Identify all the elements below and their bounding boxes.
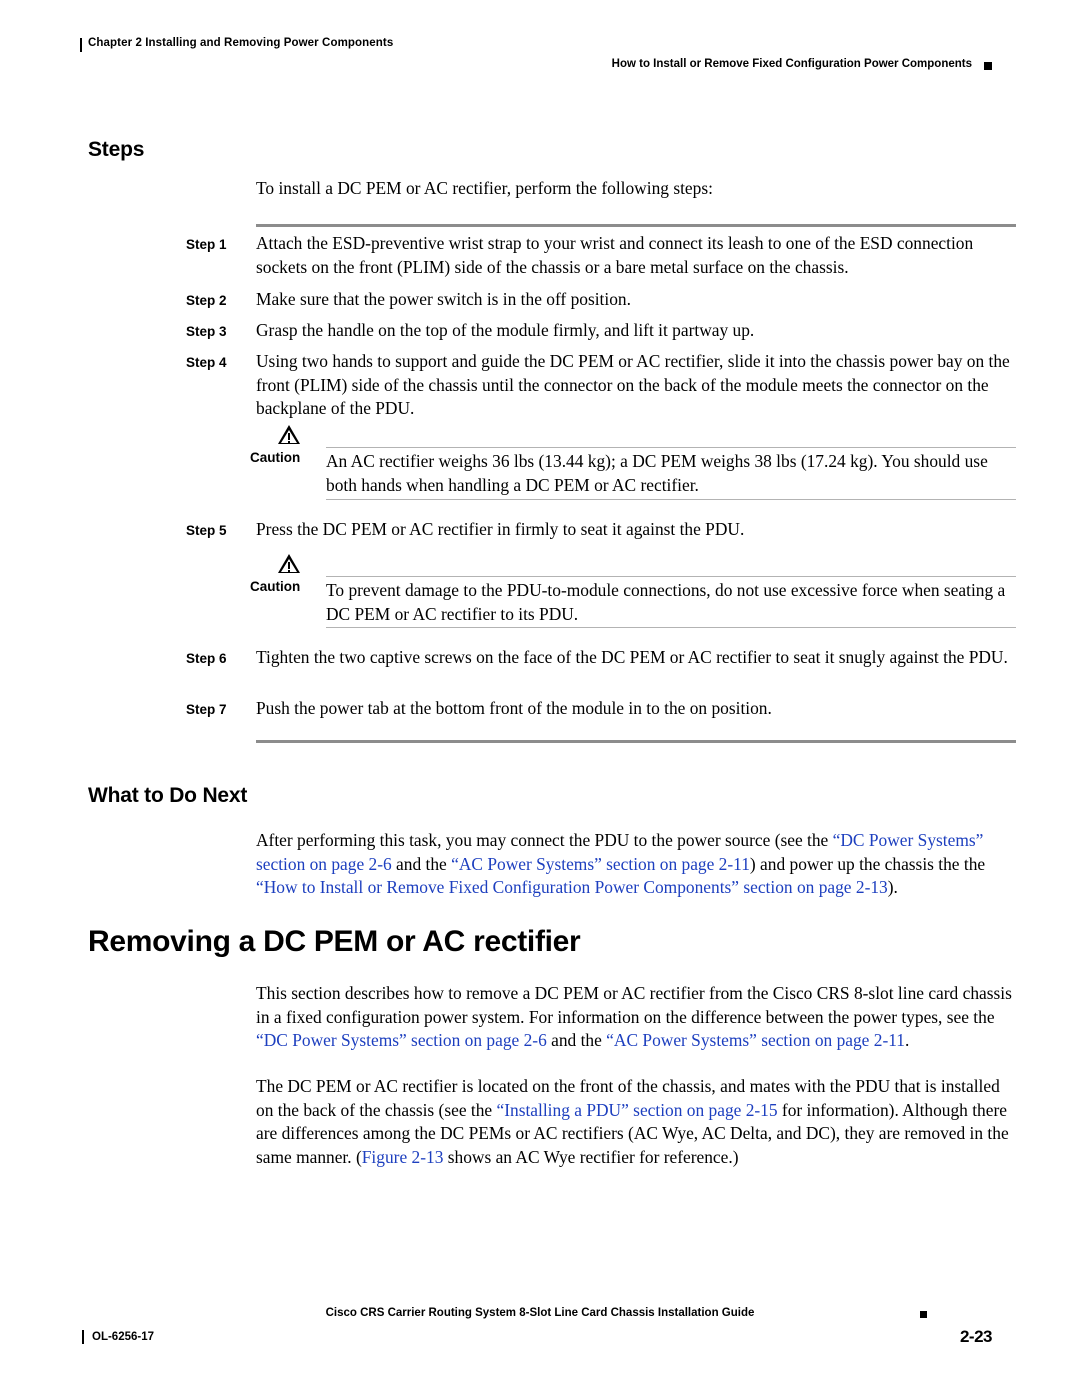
footer-page-number: 2-23 xyxy=(959,1327,993,1346)
link-ac-power-systems-1[interactable]: “AC Power Systems” section on page 2-11 xyxy=(451,854,750,874)
rp1-text-part-1: This section describes how to remove a D… xyxy=(256,983,1012,1027)
footer-doc-mark xyxy=(82,1330,84,1344)
steps-intro-paragraph: To install a DC PEM or AC rectifier, per… xyxy=(256,178,713,198)
header-square-marker xyxy=(984,62,992,70)
step-6-text: Tighten the two captive screws on the fa… xyxy=(256,647,1008,667)
what-to-do-next-heading: What to Do Next xyxy=(88,784,248,807)
step-3-text: Grasp the handle on the top of the modul… xyxy=(256,320,755,340)
caution-2-bottom-rule xyxy=(326,627,1016,628)
header-chapter-mark xyxy=(80,38,82,52)
rp1-text-part-3: . xyxy=(904,1030,910,1050)
header-chapter-text: Chapter 2 Installing and Removing Power … xyxy=(88,37,394,49)
steps-heading: Steps xyxy=(88,138,145,161)
steps-top-rule xyxy=(256,224,1016,227)
wtdn-text-part-1: After performing this task, you may conn… xyxy=(256,830,833,850)
caution-warning-icon-1 xyxy=(278,425,300,444)
step-5-label: Step 5 xyxy=(186,523,227,538)
step-4-text: Using two hands to support and guide the… xyxy=(256,351,1010,418)
step-6-label: Step 6 xyxy=(186,651,227,666)
footer-guide-title-text: Cisco CRS Carrier Routing System 8-Slot … xyxy=(317,1307,763,1319)
step-1-label: Step 1 xyxy=(186,237,227,252)
rp2-text-part-3: shows an AC Wye rectifier for reference.… xyxy=(443,1146,739,1167)
link-ac-power-systems-2[interactable]: “AC Power Systems” section on page 2-11 xyxy=(606,1030,905,1050)
step-1-text: Attach the ESD-preventive wrist strap to… xyxy=(256,233,974,277)
footer-doc-number: OL-6256-17 xyxy=(92,1331,155,1343)
wtdn-text-part-3: ) and power up the chassis the the xyxy=(749,853,986,874)
caution-1-bottom-rule xyxy=(326,499,1016,500)
step-7-text: Push the power tab at the bottom front o… xyxy=(256,698,772,718)
caution-1-top-rule xyxy=(326,447,1016,448)
wtdn-text-part-2: and the xyxy=(391,853,452,874)
header-section-text: How to Install or Remove Fixed Configura… xyxy=(611,58,972,70)
link-figure-2-13[interactable]: Figure 2-13 xyxy=(362,1147,444,1167)
what-to-do-next-paragraph: After performing this task, you may conn… xyxy=(256,829,1018,900)
step-3-label: Step 3 xyxy=(186,324,227,339)
rp1-text-part-2: and the xyxy=(546,1030,607,1050)
link-installing-a-pdu[interactable]: “Installing a PDU” section on page 2-15 xyxy=(497,1100,778,1120)
caution-1-text: An AC rectifier weighs 36 lbs (13.44 kg)… xyxy=(326,451,988,495)
footer-square-marker xyxy=(920,1311,927,1318)
step-5-text: Press the DC PEM or AC rectifier in firm… xyxy=(256,519,745,539)
caution-2-top-rule xyxy=(326,576,1016,577)
removing-section-heading: Removing a DC PEM or AC rectifier xyxy=(88,925,581,958)
link-fixed-config-power-components[interactable]: “How to Install or Remove Fixed Configur… xyxy=(256,877,888,897)
document-page: Chapter 2 Installing and Removing Power … xyxy=(0,0,1080,1397)
caution-warning-icon-2 xyxy=(278,554,300,573)
caution-2-label: Caution xyxy=(250,579,301,594)
step-2-text: Make sure that the power switch is in th… xyxy=(256,289,631,309)
removing-paragraph-2: The DC PEM or AC rectifier is located on… xyxy=(256,1075,1018,1169)
link-dc-power-systems-2[interactable]: “DC Power Systems” section on page 2-6 xyxy=(256,1030,547,1050)
removing-paragraph-1: This section describes how to remove a D… xyxy=(256,982,1018,1053)
wtdn-text-part-4: ). xyxy=(887,877,898,897)
step-4-label: Step 4 xyxy=(186,355,227,370)
steps-bottom-rule xyxy=(256,740,1016,743)
footer-guide-title: Cisco CRS Carrier Routing System 8-Slot … xyxy=(0,1307,1080,1319)
step-2-label: Step 2 xyxy=(186,293,227,308)
step-7-label: Step 7 xyxy=(186,702,227,717)
caution-1-label: Caution xyxy=(250,450,301,465)
caution-2-text: To prevent damage to the PDU-to-module c… xyxy=(326,580,1006,624)
